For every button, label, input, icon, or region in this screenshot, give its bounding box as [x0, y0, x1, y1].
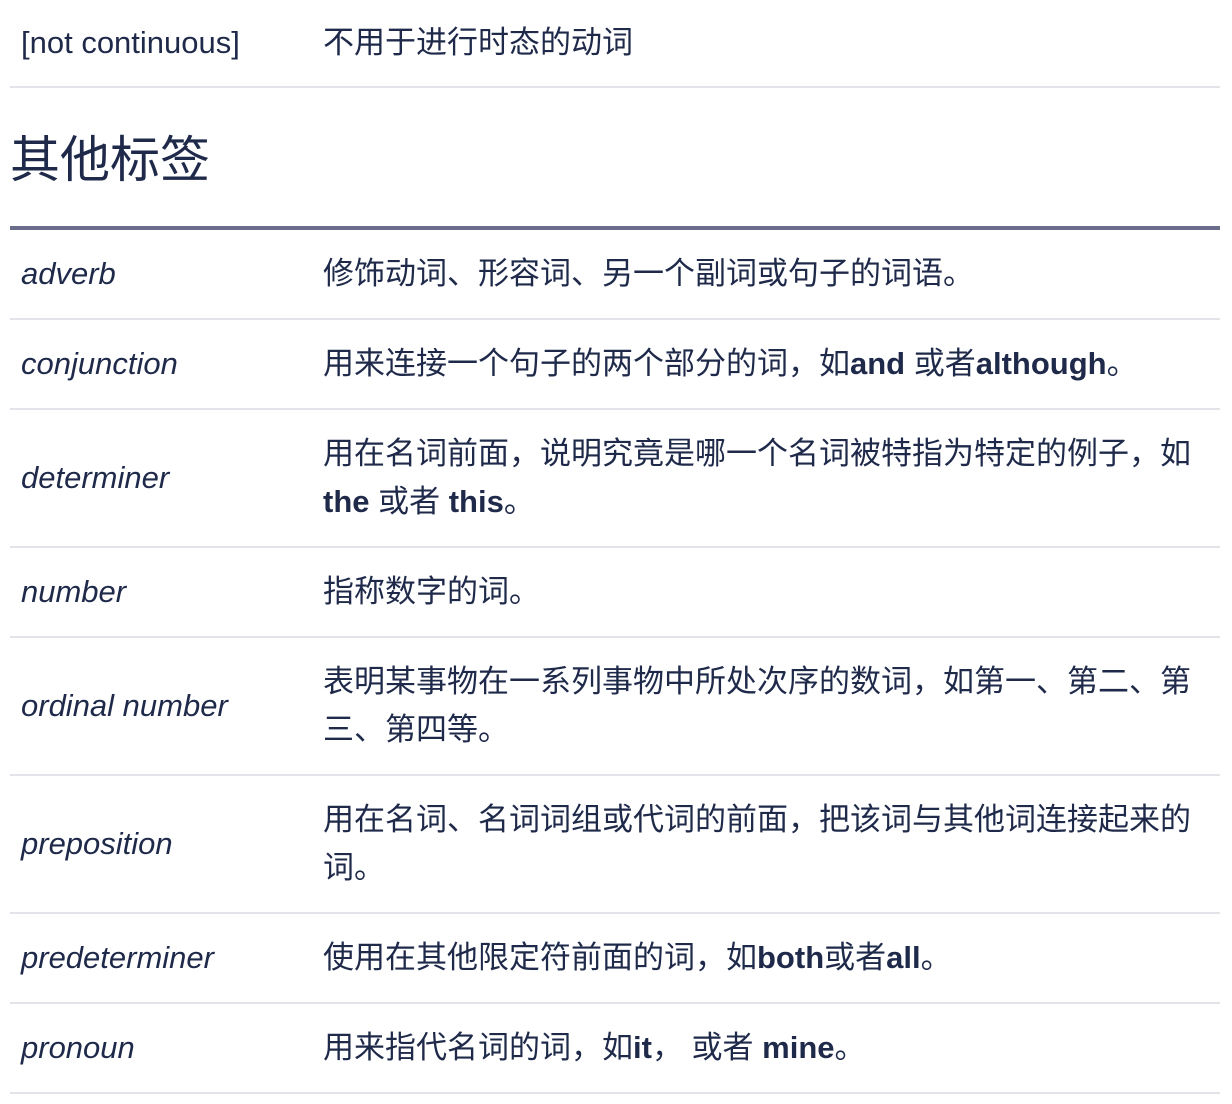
section-heading: 其他标签	[10, 132, 210, 188]
glossary-term: ordinal number	[21, 688, 228, 723]
glossary-row-number: number 指称数字的词。	[10, 548, 1220, 638]
definition-text: 。	[503, 484, 535, 519]
glossary-definition: 不用于进行时态的动词	[323, 25, 633, 60]
glossary-page: [not continuous] 不用于进行时态的动词 其他标签 adverb 修…	[0, 0, 1232, 1104]
glossary-definition: 用在名词、名词词组或代词的前面，把该词与其他词连接起来的词。	[323, 796, 1203, 892]
glossary-row-conjunction: conjunction 用来连接一个句子的两个部分的词，如and 或者althou…	[10, 320, 1220, 410]
example-word: mine	[762, 1030, 835, 1065]
glossary-row-predeterminer: predeterminer 使用在其他限定符前面的词，如both或者all。	[10, 914, 1220, 1004]
glossary-term: determiner	[21, 460, 170, 495]
definition-text: 表明某事物在一系列事物中所处次序的数词，如第一、第二、第三、第四等。	[323, 664, 1191, 747]
example-word: this	[448, 484, 504, 519]
example-word: all	[886, 940, 921, 975]
glossary-row-adverb: adverb 修饰动词、形容词、另一个副词或句子的词语。	[10, 230, 1220, 320]
example-word: it	[633, 1030, 652, 1065]
example-word: the	[323, 484, 370, 519]
glossary-term: adverb	[21, 256, 116, 291]
glossary-definition: 表明某事物在一系列事物中所处次序的数词，如第一、第二、第三、第四等。	[323, 658, 1203, 754]
definition-text: 。	[834, 1030, 866, 1065]
glossary-term: number	[21, 574, 127, 609]
glossary-definition: 用来连接一个句子的两个部分的词，如and 或者although。	[323, 340, 1203, 388]
glossary-definition: 用在名词前面，说明究竟是哪一个名词被特指为特定的例子，如 the 或者 this。	[323, 430, 1203, 526]
glossary-definition: 使用在其他限定符前面的词，如both或者all。	[323, 934, 1203, 982]
glossary-term: pronoun	[21, 1030, 135, 1065]
glossary-definition: 指称数字的词。	[323, 568, 1203, 616]
definition-text: 修饰动词、形容词、另一个副词或句子的词语。	[323, 256, 974, 291]
definition-text: 用在名词、名词词组或代词的前面，把该词与其他词连接起来的词。	[323, 802, 1191, 885]
definition-text: 使用在其他限定符前面的词，如	[323, 940, 757, 975]
definition-text: 用来连接一个句子的两个部分的词，如	[323, 346, 850, 381]
glossary-row-pronoun: pronoun 用来指代名词的词，如it， 或者 mine。	[10, 1004, 1220, 1094]
definition-text: 指称数字的词。	[323, 574, 540, 609]
glossary-definition: 修饰动词、形容词、另一个副词或句子的词语。	[323, 250, 1203, 298]
glossary-definition: 用来指代名词的词，如it， 或者 mine。	[323, 1024, 1203, 1072]
definition-text: 或者	[369, 484, 449, 519]
example-word: and	[850, 346, 906, 381]
glossary-row-ordinal-number: ordinal number 表明某事物在一系列事物中所处次序的数词，如第一、第二…	[10, 638, 1220, 776]
glossary-term: preposition	[21, 826, 173, 861]
example-word: both	[757, 940, 825, 975]
glossary-row-preposition: preposition 用在名词、名词词组或代词的前面，把该词与其他词连接起来的词…	[10, 776, 1220, 914]
glossary-term: conjunction	[21, 346, 178, 381]
example-word: although	[975, 346, 1107, 381]
definition-text: 用来指代名词的词，如	[323, 1030, 633, 1065]
definition-text: 。	[920, 940, 952, 975]
glossary-row-determiner: determiner 用在名词前面，说明究竟是哪一个名词被特指为特定的例子，如 th…	[10, 410, 1220, 548]
glossary-term: predeterminer	[21, 940, 214, 975]
definition-text: 或者	[905, 346, 976, 381]
definition-text: ， 或者	[651, 1030, 763, 1065]
glossary-term: [not continuous]	[21, 25, 240, 60]
definition-text: 。	[1106, 346, 1138, 381]
glossary-row-not-continuous: [not continuous] 不用于进行时态的动词	[10, 0, 1220, 88]
definition-text: 用在名词前面，说明究竟是哪一个名词被特指为特定的例子，如	[323, 436, 1191, 471]
definition-text: 或者	[824, 940, 887, 975]
